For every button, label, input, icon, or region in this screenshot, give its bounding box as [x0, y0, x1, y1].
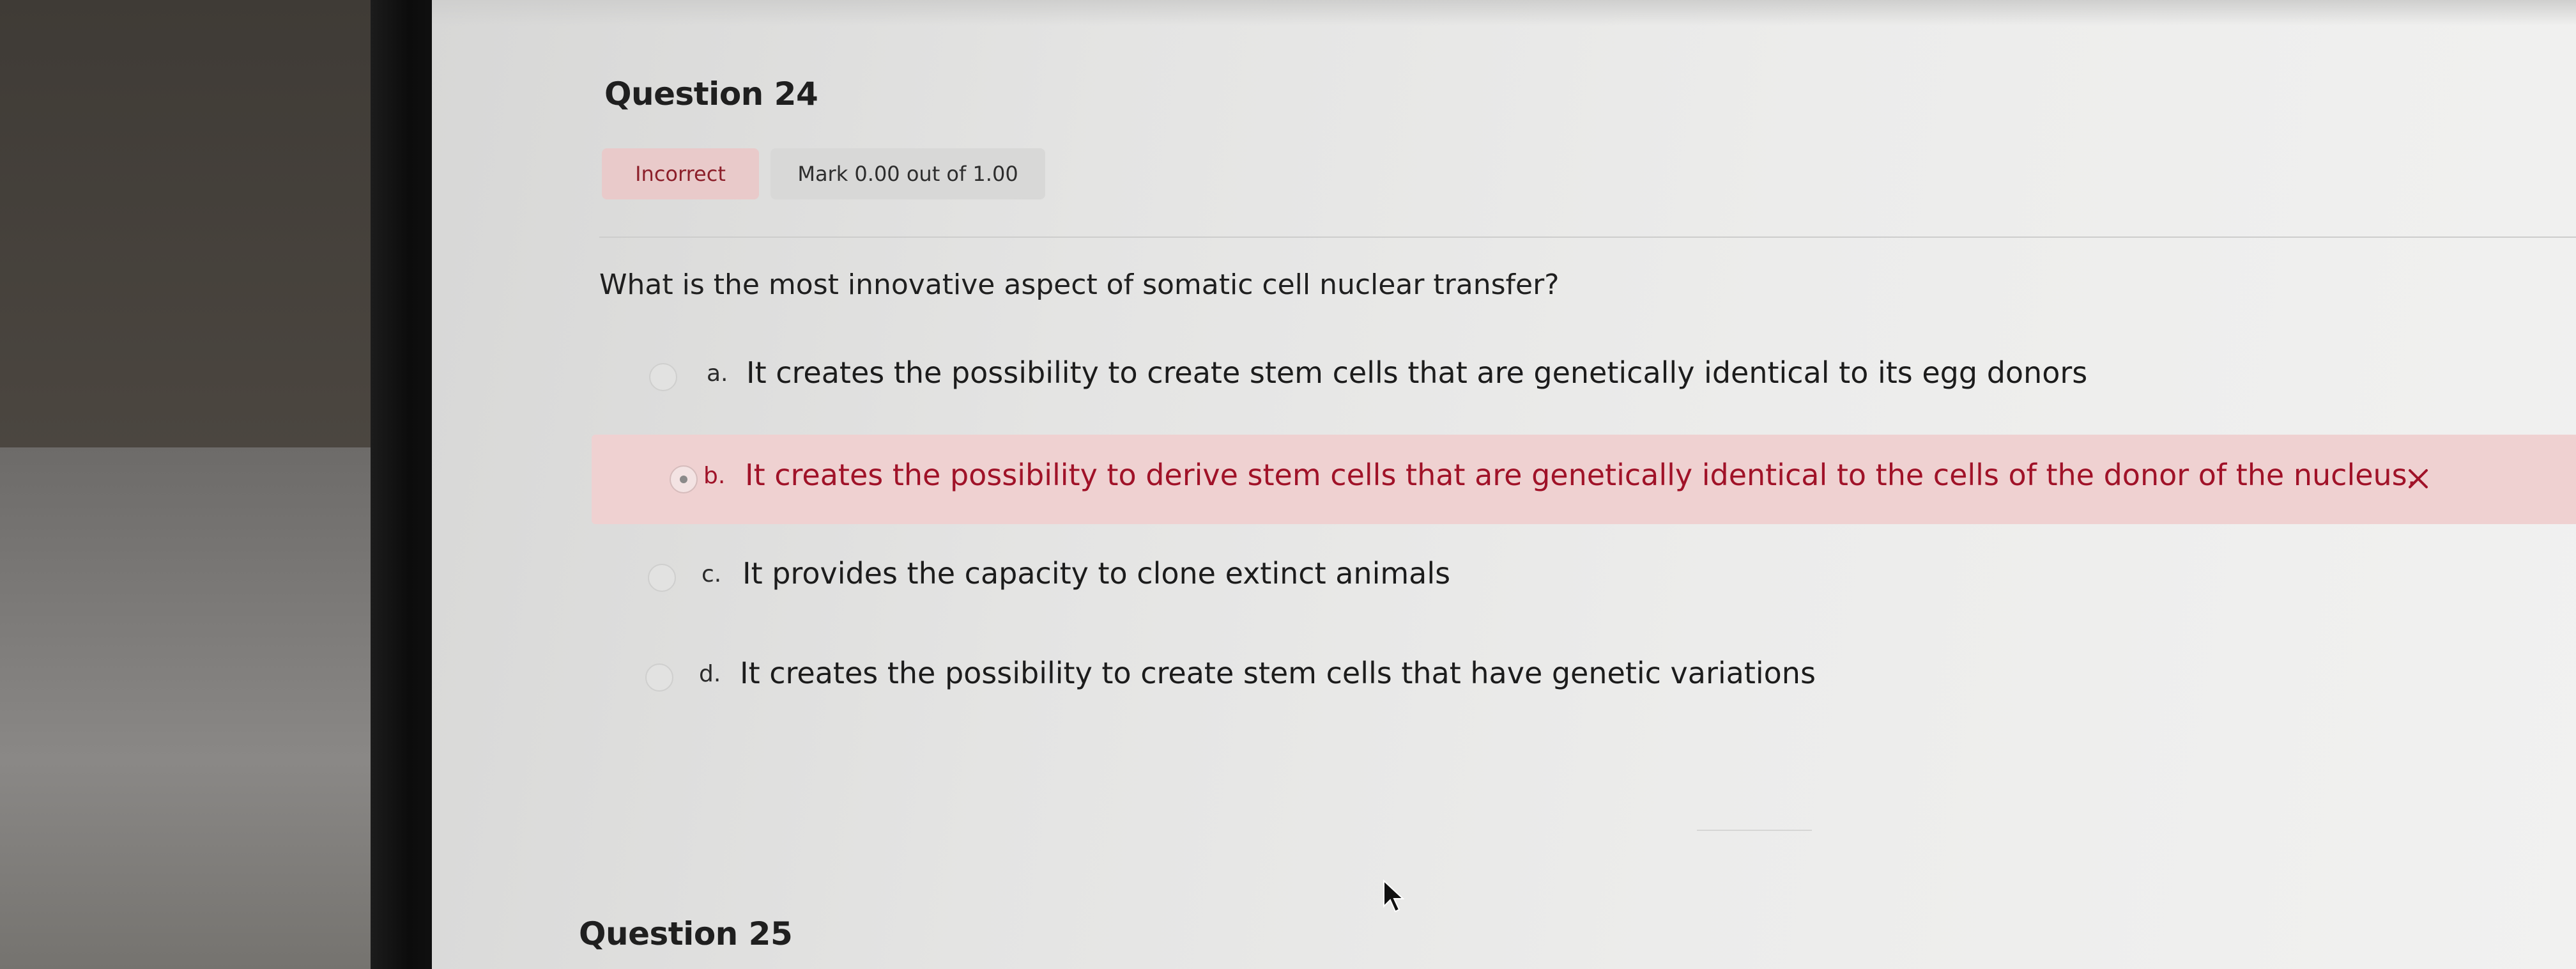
- radio-button-a[interactable]: [649, 363, 677, 391]
- radio-selected-dot: [680, 476, 687, 483]
- option-letter: d.: [699, 661, 721, 687]
- question-text: What is the most innovative aspect of so…: [599, 268, 1560, 301]
- option-letter: a.: [707, 360, 728, 387]
- answer-option-b[interactable]: b. It creates the possibility to derive …: [592, 435, 2576, 524]
- photo-scene: Question 24 Incorrect Mark 0.00 out of 1…: [0, 0, 2576, 969]
- quiz-review-screen: Question 24 Incorrect Mark 0.00 out of 1…: [432, 0, 2576, 969]
- background-wall: [0, 0, 383, 447]
- faint-divider: [1697, 830, 1812, 831]
- option-text: It provides the capacity to clone extinc…: [742, 556, 1451, 591]
- option-text: It creates the possibility to create ste…: [740, 656, 1816, 690]
- radio-button-b[interactable]: [670, 465, 698, 493]
- status-badge: Incorrect: [602, 148, 759, 199]
- option-text: It creates the possibility to derive ste…: [745, 458, 2417, 492]
- option-letter: b.: [703, 463, 726, 489]
- radio-button-c[interactable]: [648, 564, 676, 592]
- answer-option-c[interactable]: c. It provides the capacity to clone ext…: [592, 533, 2576, 623]
- next-question-title: Question 25: [579, 915, 793, 952]
- divider: [599, 236, 2576, 238]
- mouse-cursor-icon: [1383, 880, 1405, 913]
- question-title: Question 24: [604, 75, 818, 112]
- answer-option-d[interactable]: d. It creates the possibility to create …: [592, 633, 2576, 722]
- background-desk: [0, 447, 383, 969]
- mark-badge: Mark 0.00 out of 1.00: [770, 148, 1045, 199]
- radio-button-d[interactable]: [645, 663, 673, 692]
- screen-shade: [432, 0, 2576, 26]
- answer-option-a[interactable]: a. It creates the possibility to create …: [592, 332, 2576, 422]
- option-letter: c.: [702, 561, 722, 587]
- option-text: It creates the possibility to create ste…: [746, 355, 2088, 390]
- cross-icon: [2409, 469, 2428, 488]
